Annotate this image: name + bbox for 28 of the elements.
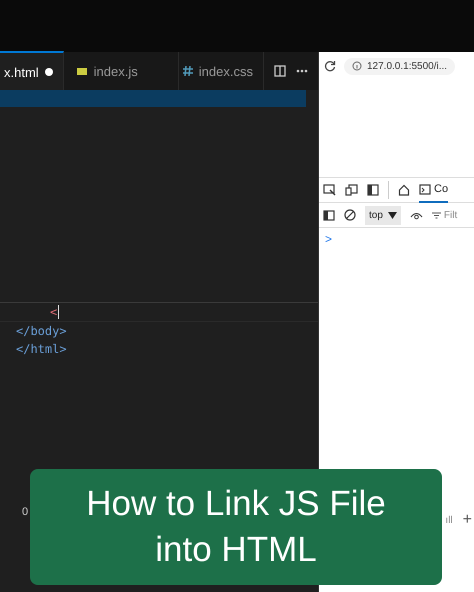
status-text: 0	[22, 506, 28, 518]
clear-icon[interactable]	[344, 209, 356, 221]
home-icon[interactable]	[398, 184, 410, 196]
editor-tab[interactable]: x.html	[0, 51, 64, 91]
tab-text: ıll	[445, 514, 453, 526]
split-editor-icon[interactable]	[274, 65, 286, 77]
banner-title: How to Link JS File into HTML	[85, 483, 387, 571]
add-tab-button[interactable]: +	[462, 511, 472, 529]
code-text: </body>	[16, 324, 67, 338]
console-icon	[419, 184, 431, 194]
address-bar[interactable]: 127.0.0.1:5500/i...	[344, 58, 456, 74]
code-text: <	[50, 305, 60, 319]
refresh-icon[interactable]	[324, 60, 336, 72]
dock-icon[interactable]	[367, 184, 379, 196]
code-text: </html>	[16, 342, 67, 356]
context-dropdown[interactable]: top	[365, 206, 401, 224]
console-prompt[interactable]: >	[319, 228, 338, 250]
filter-icon	[432, 212, 441, 218]
inspect-icon[interactable]	[323, 184, 336, 196]
console-tab[interactable]: Co	[419, 177, 448, 203]
info-icon	[352, 61, 362, 71]
filter-field[interactable]: Filt	[432, 210, 458, 220]
hash-icon	[182, 66, 193, 76]
eye-icon[interactable]	[410, 210, 423, 220]
device-icon[interactable]	[345, 184, 358, 196]
caret-icon	[388, 212, 397, 218]
sidebar-icon[interactable]	[323, 210, 335, 220]
more-icon[interactable]	[296, 69, 308, 73]
